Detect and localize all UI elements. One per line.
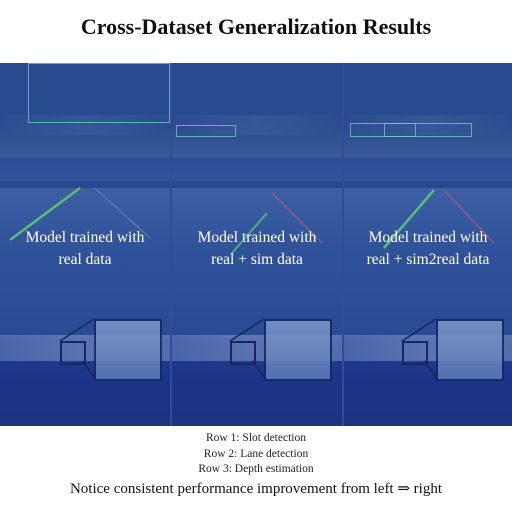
summary-note: Notice consistent performance improvemen… (69, 480, 443, 497)
panel-real: Model trained with real data (0, 63, 170, 426)
note-row3: Row 3: Depth estimation (198, 463, 314, 475)
figure-page: Cross-Dataset Generalization Results Mod… (0, 0, 512, 512)
panel-real-sim: Model trained with real + sim data (172, 63, 342, 426)
figure-title: Cross-Dataset Generalization Results (80, 14, 432, 39)
note-row1: Row 1: Slot detection (206, 432, 306, 444)
figure-notes: Row 1: Slot detection Row 2: Lane detect… (0, 431, 512, 500)
panel-real-sim2real: Model trained with real + sim2real data (344, 63, 512, 426)
results-figure: Model trained with real data Model train… (0, 63, 512, 426)
note-row2: Row 2: Lane detection (203, 447, 309, 460)
